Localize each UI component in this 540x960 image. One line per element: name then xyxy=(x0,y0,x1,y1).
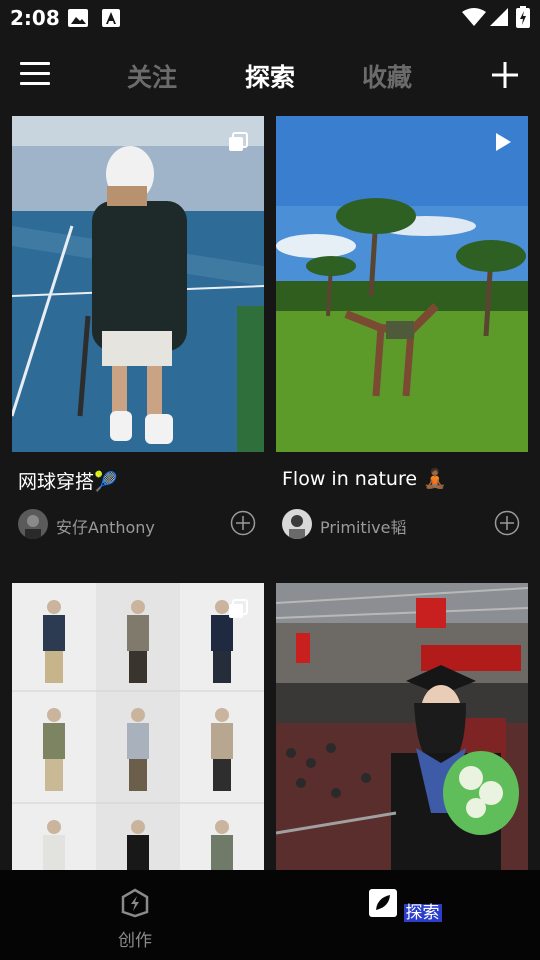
top-nav: 关注 探索 收藏 xyxy=(0,44,540,106)
gallery-icon xyxy=(68,9,88,27)
post-title-2[interactable]: Flow in nature 🧘🏾 xyxy=(282,467,447,490)
add-icon[interactable] xyxy=(490,60,520,90)
bottom-nav: 创作 探索 xyxy=(0,870,540,960)
post-title-1[interactable]: 网球穿搭🎾 xyxy=(18,467,118,494)
video-icon xyxy=(496,133,511,151)
tab-following[interactable]: 关注 xyxy=(127,58,177,94)
post-image-1[interactable] xyxy=(12,116,264,452)
status-bar: 2:08 xyxy=(0,0,540,36)
create-icon xyxy=(121,888,149,918)
post-image-2[interactable] xyxy=(276,116,528,452)
multi-image-icon xyxy=(229,599,248,618)
tab-favorites[interactable]: 收藏 xyxy=(362,58,412,94)
bottom-nav-create-label: 创作 xyxy=(118,931,152,951)
bottom-nav-explore[interactable]: 探索 xyxy=(365,888,445,922)
follow-button[interactable] xyxy=(494,510,520,536)
bottom-nav-explore-label: 探索 xyxy=(403,903,442,923)
post-author-1[interactable]: 安仔Anthony xyxy=(56,514,155,538)
bottom-nav-create[interactable]: 创作 xyxy=(95,888,175,951)
avatar[interactable] xyxy=(282,509,312,539)
tab-explore[interactable]: 探索 xyxy=(245,58,295,94)
status-time: 2:08 xyxy=(10,6,60,30)
explore-icon xyxy=(369,889,398,917)
post-image-4[interactable] xyxy=(276,583,528,870)
post-author-2[interactable]: Primitive韬 xyxy=(320,514,406,538)
follow-button[interactable] xyxy=(230,510,256,536)
wifi-icon xyxy=(462,8,486,26)
menu-icon[interactable] xyxy=(20,62,50,88)
multi-image-icon xyxy=(229,132,248,151)
post-image-3[interactable] xyxy=(12,583,264,870)
avatar[interactable] xyxy=(18,509,48,539)
font-icon xyxy=(102,9,120,27)
battery-icon xyxy=(516,6,530,28)
signal-icon xyxy=(490,8,508,26)
